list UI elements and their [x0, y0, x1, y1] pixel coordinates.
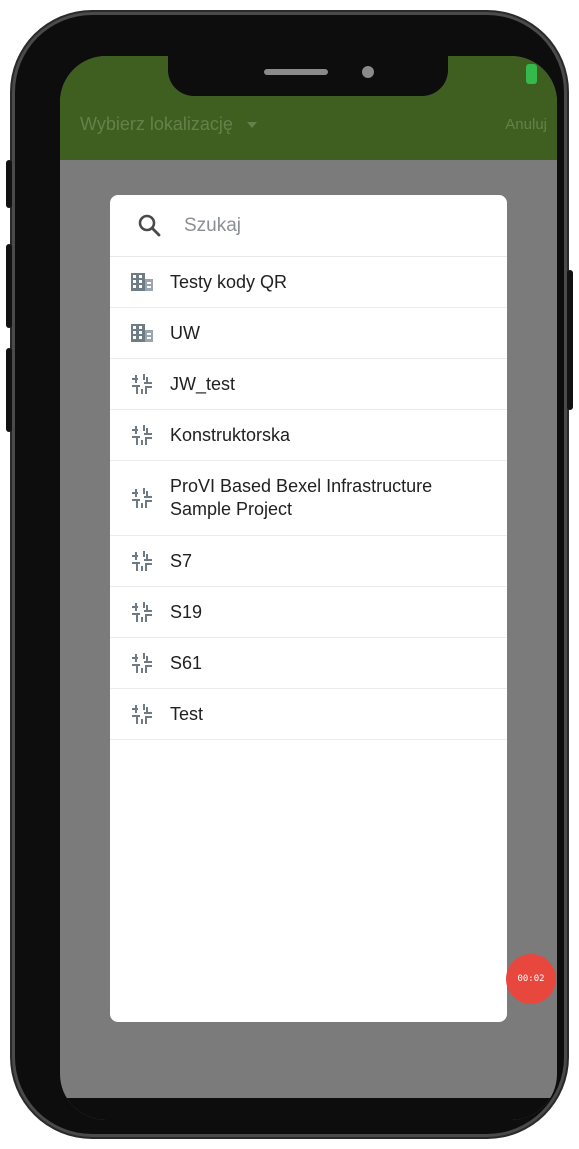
- grid-project-icon: [130, 549, 154, 573]
- grid-project-icon: [130, 702, 154, 726]
- location-item-label: S61: [170, 652, 203, 673]
- search-bar: [110, 195, 507, 257]
- location-item[interactable]: Konstruktorska: [110, 410, 507, 461]
- grid-project-icon: [130, 423, 154, 447]
- phone-volume-down-button: [6, 348, 12, 432]
- location-item-label: S7: [170, 550, 193, 571]
- location-item-label: Konstruktorska: [170, 424, 291, 445]
- grid-project-icon: [130, 372, 154, 396]
- location-item-label: ProVI Based Bexel Infrastructure Sample …: [170, 476, 433, 519]
- speaker-grille: [264, 69, 328, 75]
- caret-down-icon: [246, 121, 257, 128]
- location-item[interactable]: Test: [110, 689, 507, 740]
- location-item-label: JW_test: [170, 373, 236, 394]
- camera-notch: [168, 56, 448, 96]
- location-item[interactable]: ProVI Based Bexel Infrastructure Sample …: [110, 461, 507, 536]
- location-item-label: UW: [170, 322, 200, 343]
- location-item[interactable]: S61: [110, 638, 507, 689]
- phone-volume-up-button: [6, 244, 12, 328]
- cancel-button[interactable]: Anuluj: [505, 116, 547, 133]
- location-item-label: Test: [170, 703, 204, 724]
- grid-project-icon: [130, 600, 154, 624]
- location-item[interactable]: S7: [110, 536, 507, 587]
- app-bar: Wybierz lokalizację Anuluj: [60, 88, 557, 160]
- building-icon: [130, 321, 154, 345]
- grid-project-icon: [130, 486, 154, 510]
- location-item[interactable]: Testy kody QR: [110, 257, 507, 308]
- location-dialog: Testy kody QR UW JW_test Konstruktorska ProV…: [110, 195, 507, 1022]
- location-item[interactable]: UW: [110, 308, 507, 359]
- search-icon: [136, 212, 164, 240]
- battery-icon: [526, 64, 537, 84]
- location-picker[interactable]: Wybierz lokalizację: [80, 114, 257, 135]
- location-list: Testy kody QR UW JW_test Konstruktorska ProV…: [110, 257, 507, 740]
- phone-frame: Wybierz lokalizację Anuluj Testy kody QR…: [6, 12, 573, 1137]
- recording-timer-badge[interactable]: 00:02: [506, 954, 556, 1004]
- location-item-label: S19: [170, 601, 203, 622]
- phone-power-button: [567, 270, 573, 410]
- front-camera: [362, 66, 374, 78]
- location-item[interactable]: JW_test: [110, 359, 507, 410]
- building-icon: [130, 270, 154, 294]
- location-item-label: Testy kody QR: [170, 271, 288, 292]
- app-bar-title: Wybierz lokalizację: [80, 114, 233, 134]
- location-item[interactable]: S19: [110, 587, 507, 638]
- grid-project-icon: [130, 651, 154, 675]
- screen: Wybierz lokalizację Anuluj Testy kody QR…: [60, 56, 557, 1120]
- navigation-bar: [60, 1098, 557, 1120]
- phone-side-button: [6, 160, 12, 208]
- search-input[interactable]: [182, 213, 466, 238]
